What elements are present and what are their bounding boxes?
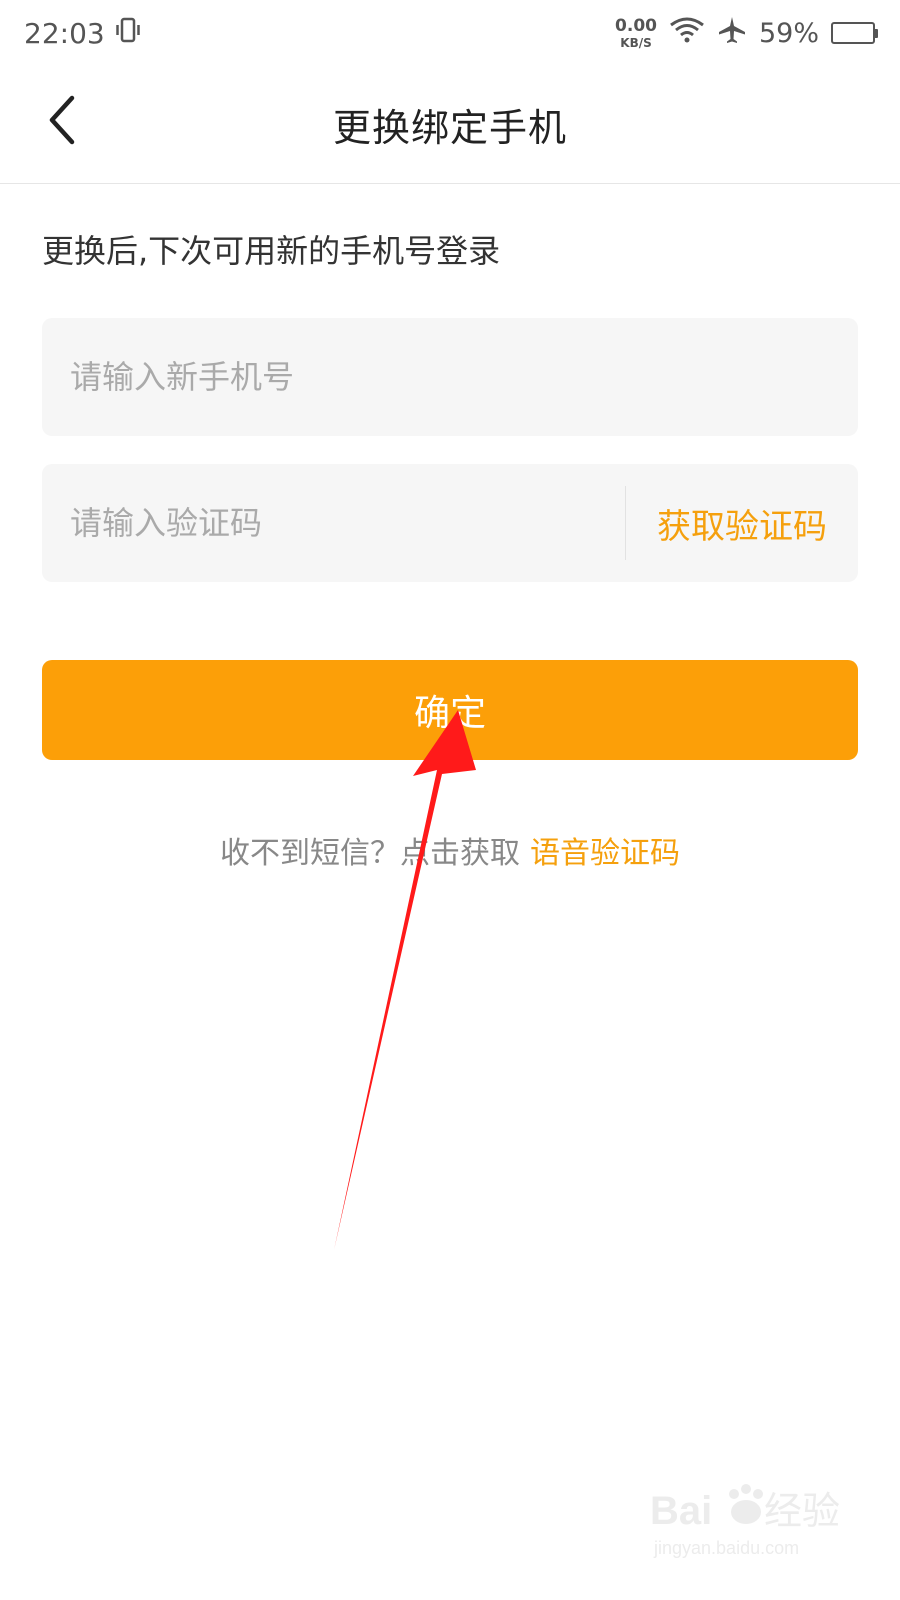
get-code-button[interactable]: 获取验证码	[626, 464, 858, 582]
status-time: 22:03	[24, 16, 105, 50]
airplane-icon	[717, 15, 747, 52]
confirm-button[interactable]: 确定	[42, 660, 858, 760]
svg-text:jingyan.baidu.com: jingyan.baidu.com	[653, 1538, 799, 1558]
net-speed: 0.00 KB/S	[615, 15, 657, 50]
net-speed-unit: KB/S	[620, 35, 652, 50]
form-hint: 更换后,下次可用新的手机号登录	[42, 232, 501, 270]
back-button[interactable]	[30, 90, 94, 154]
page-title: 更换绑定手机	[332, 106, 567, 150]
battery-percent: 59%	[758, 17, 819, 49]
baidu-logo-icon: Bai 经验 jingyan.baidu.com	[650, 1484, 840, 1558]
vibrate-icon	[115, 16, 141, 51]
voice-code-link[interactable]: 语音验证码	[530, 836, 680, 871]
phone-field-container	[42, 318, 858, 436]
battery-icon	[831, 22, 878, 44]
verification-code-input[interactable]	[42, 464, 625, 582]
new-phone-input[interactable]	[42, 318, 858, 436]
chevron-left-icon	[42, 94, 82, 150]
svg-text:Bai: Bai	[650, 1489, 712, 1533]
battery-body	[831, 22, 875, 44]
baidu-watermark: Bai 经验 jingyan.baidu.com	[650, 1474, 850, 1564]
code-field-container: 获取验证码	[42, 464, 858, 582]
svg-text:经验: 经验	[764, 1491, 840, 1533]
wifi-icon	[669, 16, 705, 51]
status-bar: 22:03 0.00 KB/S 59%	[0, 0, 900, 66]
status-left: 22:03	[24, 16, 141, 51]
status-right: 0.00 KB/S 59%	[615, 15, 878, 52]
header: 更换绑定手机	[0, 66, 900, 184]
page: 22:03 0.00 KB/S 59% 更换绑定手机 更换后,下次可用新的手机号…	[0, 0, 900, 1600]
net-speed-value: 0.00	[615, 15, 657, 36]
arrow-shape	[334, 710, 476, 1250]
sms-tip: 收不到短信？点击获取 语音验证码	[0, 828, 900, 872]
sms-tip-text: 收不到短信？点击获取	[220, 836, 520, 871]
battery-cap	[875, 28, 878, 38]
